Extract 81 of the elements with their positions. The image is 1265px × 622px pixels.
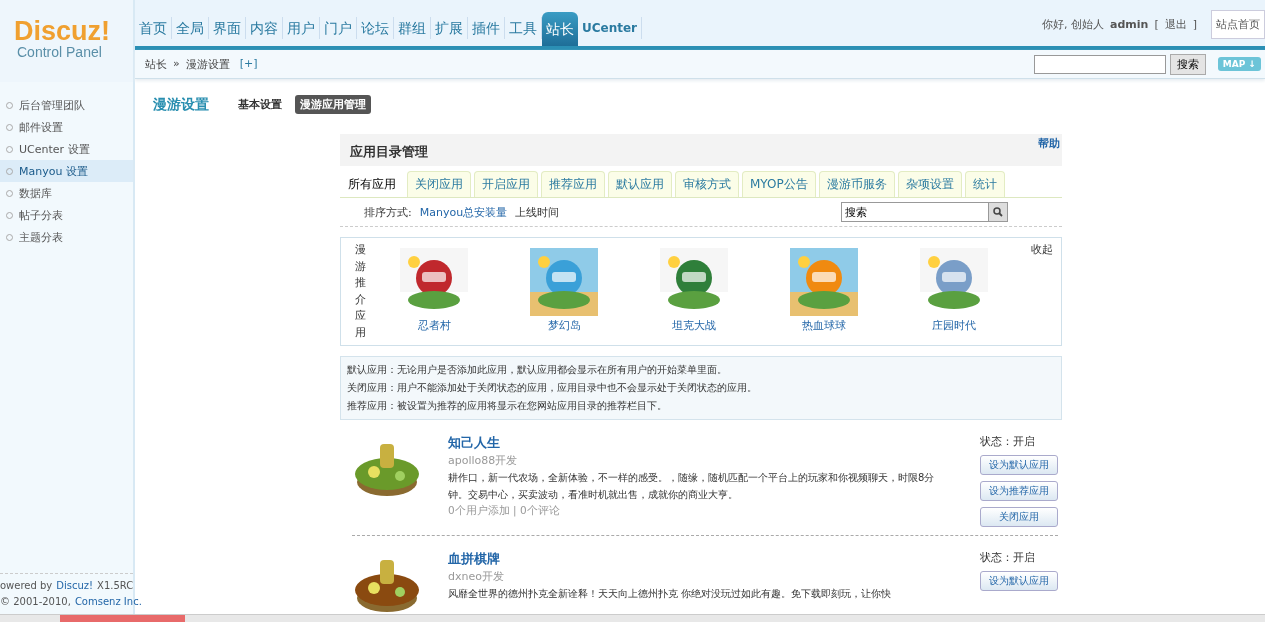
nav-tab[interactable]: 首页 bbox=[135, 17, 172, 39]
sort-option[interactable]: Manyou总安装量 bbox=[419, 204, 508, 220]
sort-label: 排序方式: bbox=[364, 204, 412, 220]
nav-tab[interactable]: 扩展 bbox=[431, 17, 468, 39]
collapse-link[interactable]: 收起 bbox=[1031, 242, 1053, 341]
bracket: ] bbox=[1192, 18, 1197, 31]
app-link[interactable]: 庄园时代 bbox=[932, 318, 976, 333]
footer-link[interactable]: Discuz! bbox=[56, 578, 94, 594]
app-description: 耕作口，新一代农场，全新体验，不一样的感受。，随缘，随机匹配一个平台上的玩家和你视频聊天，时限8分钟。交易中心，买卖波动，看准时机就出售，成就你的商业大亨。 bbox=[448, 471, 936, 502]
app-action-button[interactable]: 关闭应用 bbox=[980, 507, 1058, 527]
tab[interactable]: 审核方式 bbox=[675, 171, 739, 197]
tab[interactable]: 杂项设置 bbox=[897, 171, 962, 197]
site-home-button[interactable]: 站点首页 bbox=[1211, 10, 1265, 39]
app-title[interactable]: 知己人生 bbox=[448, 434, 980, 452]
tab[interactable]: MYOP公告 bbox=[742, 171, 816, 197]
sidebar-item[interactable]: 邮件设置 bbox=[0, 116, 133, 138]
sub-tab[interactable]: 漫游应用管理 bbox=[295, 95, 371, 114]
username: admin bbox=[1110, 18, 1149, 31]
app-search-field[interactable]: 搜索 bbox=[841, 202, 988, 222]
add-shortcut-link[interactable]: [+] bbox=[239, 56, 258, 72]
tab[interactable]: 关闭应用 bbox=[407, 171, 471, 197]
tab[interactable]: 漫游币服务 bbox=[818, 171, 895, 197]
bracket: [ bbox=[1154, 18, 1159, 31]
sidebar-item[interactable]: UCenter 设置 bbox=[0, 138, 133, 160]
logo-subtitle: Control Panel bbox=[17, 44, 102, 60]
app-status: 状态：开启 bbox=[980, 550, 1036, 565]
page-title: 漫游设置 bbox=[153, 95, 209, 114]
sidebar-item[interactable]: Manyou 设置 bbox=[0, 160, 133, 182]
app-action-button[interactable]: 设为默认应用 bbox=[980, 455, 1058, 475]
sidebar-item[interactable]: 数据库 bbox=[0, 182, 133, 204]
logout-link[interactable]: 退出 bbox=[1164, 17, 1187, 32]
footer-link[interactable]: Comsenz Inc. bbox=[74, 594, 142, 610]
nav-tab[interactable]: 论坛 bbox=[357, 17, 394, 39]
note-text: 默认应用：无论用户是否添加此应用，默认应用都会显示在所有用户的开始菜单里面。 bbox=[347, 363, 728, 377]
developer: dxneo开发 bbox=[448, 569, 505, 584]
footer-text: X1.5RC bbox=[97, 579, 134, 593]
app-link[interactable]: 梦幻岛 bbox=[547, 318, 581, 333]
app-stats: 0个用户添加 | 0个评论 bbox=[448, 504, 560, 518]
app-link[interactable]: 忍者村 bbox=[417, 318, 451, 333]
app-title[interactable]: 血拼棋牌 bbox=[448, 550, 980, 568]
app-link[interactable]: 热血球球 bbox=[802, 318, 846, 333]
tab[interactable]: 开启应用 bbox=[474, 171, 538, 197]
app-action-button[interactable]: 设为推荐应用 bbox=[980, 481, 1058, 501]
nav-tab[interactable]: 用户 bbox=[283, 17, 320, 39]
tab[interactable]: 统计 bbox=[964, 171, 1005, 197]
sidebar-item[interactable]: 后台管理团队 bbox=[0, 94, 133, 116]
nav-tab[interactable]: 内容 bbox=[246, 17, 283, 39]
tab[interactable]: 推荐应用 bbox=[541, 171, 605, 197]
help-link[interactable]: 帮助 bbox=[1038, 136, 1060, 151]
app-status: 状态：开启 bbox=[980, 434, 1036, 449]
greeting: 你好, 创始人 bbox=[1042, 17, 1105, 32]
search-icon bbox=[993, 207, 1003, 217]
footer-text: © 2001-2010, bbox=[0, 595, 71, 609]
note-text: 推荐应用：被设置为推荐的应用将显示在您网站应用目录的推荐栏目下。 bbox=[347, 399, 668, 413]
search-button[interactable]: 搜索 bbox=[1169, 53, 1206, 75]
app-link[interactable]: 坦克大战 bbox=[672, 318, 716, 333]
tab[interactable]: 默认应用 bbox=[608, 171, 672, 197]
nav-tab[interactable]: 界面 bbox=[209, 17, 246, 39]
breadcrumb-link[interactable]: 站长 bbox=[145, 56, 167, 72]
nav-tab[interactable]: 群组 bbox=[394, 17, 431, 39]
footer-text: owered by bbox=[0, 579, 53, 593]
breadcrumb-separator: » bbox=[173, 56, 180, 72]
search-button[interactable] bbox=[988, 202, 1008, 222]
search-field[interactable] bbox=[1033, 54, 1166, 74]
breadcrumb-current: 漫游设置 bbox=[185, 56, 230, 72]
nav-tab[interactable]: 插件 bbox=[468, 17, 505, 39]
sidebar-item[interactable]: 主题分表 bbox=[0, 226, 133, 248]
nav-tab[interactable]: 站长 bbox=[542, 12, 578, 46]
logo: Discuz! bbox=[14, 18, 111, 44]
sort-option[interactable]: 上线时间 bbox=[515, 204, 560, 220]
note-text: 关闭应用：用户不能添加处于关闭状态的应用，应用目录中也不会显示处于关闭状态的应用。 bbox=[347, 381, 758, 395]
app-action-button[interactable]: 设为默认应用 bbox=[980, 571, 1058, 591]
nav-tab[interactable]: UCenter bbox=[578, 17, 643, 39]
sidebar-item[interactable]: 帖子分表 bbox=[0, 204, 133, 226]
nav-tab[interactable]: 全局 bbox=[172, 17, 209, 39]
nav-tab[interactable]: 门户 bbox=[320, 17, 357, 39]
developer: apollo88开发 bbox=[448, 453, 519, 468]
sub-tab[interactable]: 基本设置 bbox=[233, 95, 287, 114]
app-description: 风靡全世界的德州扑克全新诠释！天天向上德州扑克 你绝对没玩过如此有趣。免下载即刻玩，让你快 bbox=[448, 587, 893, 601]
panel-title: 应用目录管理 bbox=[350, 143, 428, 161]
recommend-label: 漫游推介应用 bbox=[355, 242, 366, 341]
